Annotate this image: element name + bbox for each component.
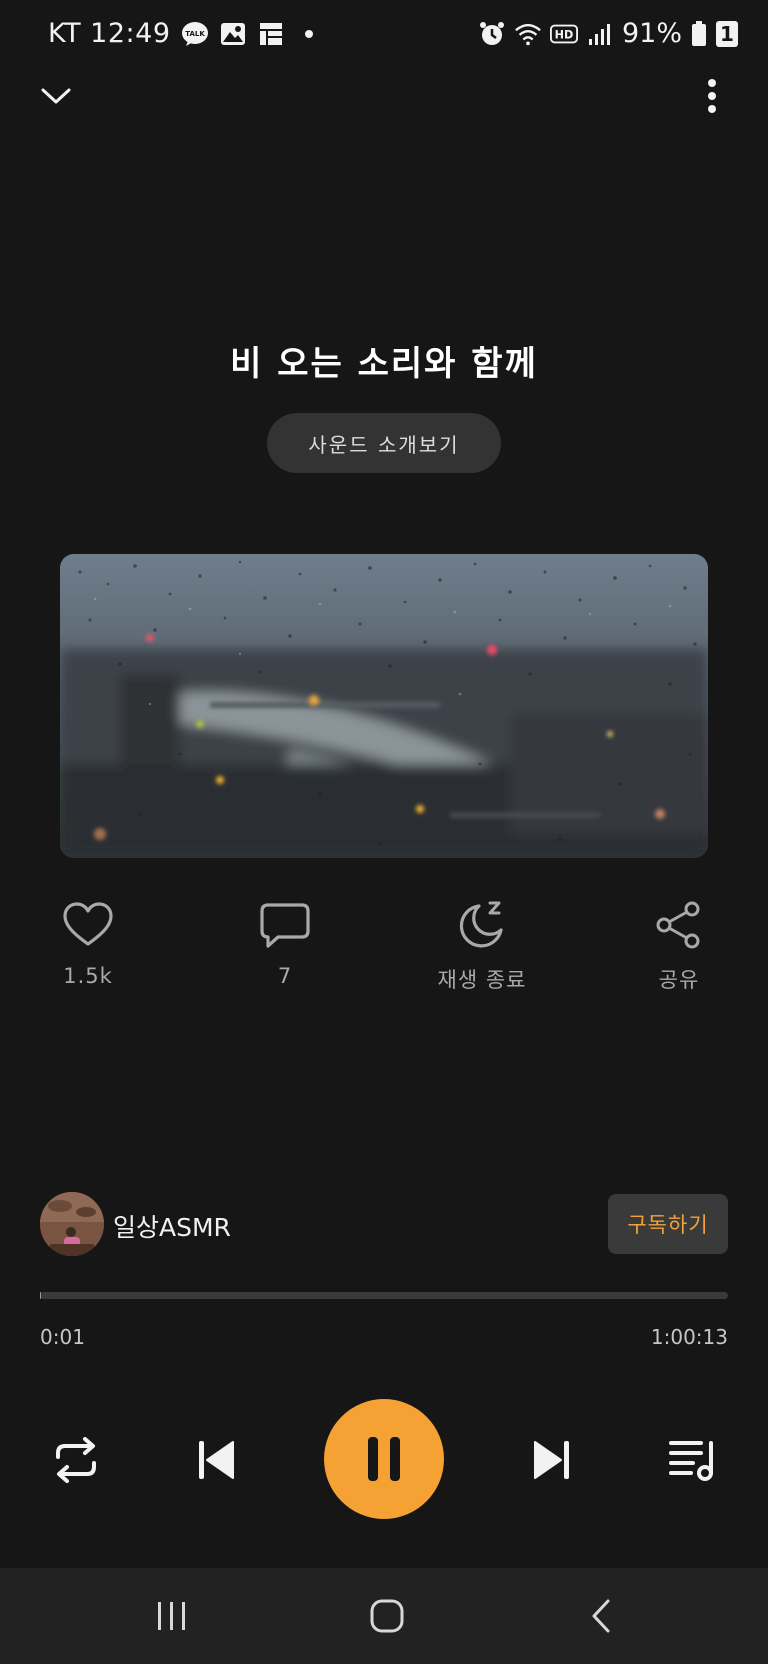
svg-text:TALK: TALK [185, 30, 205, 38]
share-label: 공유 [658, 968, 700, 992]
more-vertical-icon [708, 79, 716, 113]
progress-bar[interactable] [40, 1292, 728, 1299]
track-artwork [60, 554, 708, 858]
like-button[interactable]: 1.5k [23, 900, 153, 988]
more-options-button[interactable] [690, 76, 734, 116]
battery-percent: 91% [621, 18, 682, 49]
alarm-icon [479, 21, 504, 45]
pause-icon [368, 1437, 400, 1481]
comment-icon [260, 903, 310, 948]
comment-count: 7 [277, 964, 293, 988]
gallery-icon [220, 22, 245, 45]
playlist-icon [669, 1441, 713, 1481]
total-time: 1:00:13 [650, 1325, 728, 1349]
sound-intro-button[interactable]: 사운드 소개보기 [267, 413, 501, 473]
comment-button[interactable]: 7 [220, 900, 350, 988]
recent-apps-icon [158, 1602, 185, 1630]
channel-name[interactable]: 일상ASMR [113, 1208, 231, 1244]
status-bar: KT 12:49 TALK HD 91% 1 [0, 0, 768, 70]
skip-next-icon [534, 1441, 569, 1479]
share-button[interactable]: 공유 [614, 900, 744, 994]
signal-icon [588, 23, 610, 45]
pause-button[interactable] [324, 1399, 444, 1519]
skip-previous-icon [199, 1441, 234, 1479]
collapse-button[interactable] [36, 76, 76, 116]
hd-icon: HD [549, 24, 578, 43]
repeat-button[interactable] [46, 1432, 106, 1488]
elapsed-time: 0:01 [40, 1325, 85, 1349]
rainy-city-image [60, 554, 708, 858]
grid-icon [259, 22, 282, 45]
heart-icon [63, 902, 113, 946]
subscribe-button[interactable]: 구독하기 [608, 1194, 728, 1254]
talk-icon: TALK [181, 21, 208, 46]
sleep-timer-label: 재생 종료 [437, 968, 527, 992]
status-right: HD 91% 1 [478, 18, 738, 49]
like-count: 1.5k [63, 964, 113, 988]
back-icon [592, 1599, 610, 1633]
wifi-icon [515, 23, 541, 45]
repeat-icon [56, 1437, 96, 1483]
battery-icon [692, 20, 706, 46]
recent-apps-button[interactable] [142, 1588, 202, 1644]
sleep-timer-button[interactable]: 재생 종료 [417, 900, 547, 994]
sleep-moon-icon [459, 901, 503, 948]
playlist-button[interactable] [662, 1432, 722, 1488]
share-icon [656, 901, 700, 949]
home-icon [370, 1599, 404, 1633]
channel-avatar[interactable] [40, 1192, 104, 1256]
dot-icon [304, 29, 313, 38]
status-left: KT 12:49 TALK [48, 18, 323, 49]
audio-player-screen: KT 12:49 TALK HD 91% 1 비 오는 소리와 함께 사운드 소… [0, 0, 768, 1664]
track-title: 비 오는 소리와 함께 [230, 344, 538, 384]
carrier-time: KT 12:49 [48, 18, 171, 49]
previous-button[interactable] [186, 1432, 246, 1488]
svg-text:HD: HD [555, 28, 574, 41]
system-nav-bar [0, 1568, 768, 1664]
sim-badge: 1 [716, 20, 738, 47]
chevron-down-icon [41, 88, 71, 104]
avatar-image [40, 1192, 104, 1256]
back-button[interactable] [572, 1588, 632, 1644]
next-button[interactable] [522, 1432, 582, 1488]
home-button[interactable] [357, 1588, 417, 1644]
